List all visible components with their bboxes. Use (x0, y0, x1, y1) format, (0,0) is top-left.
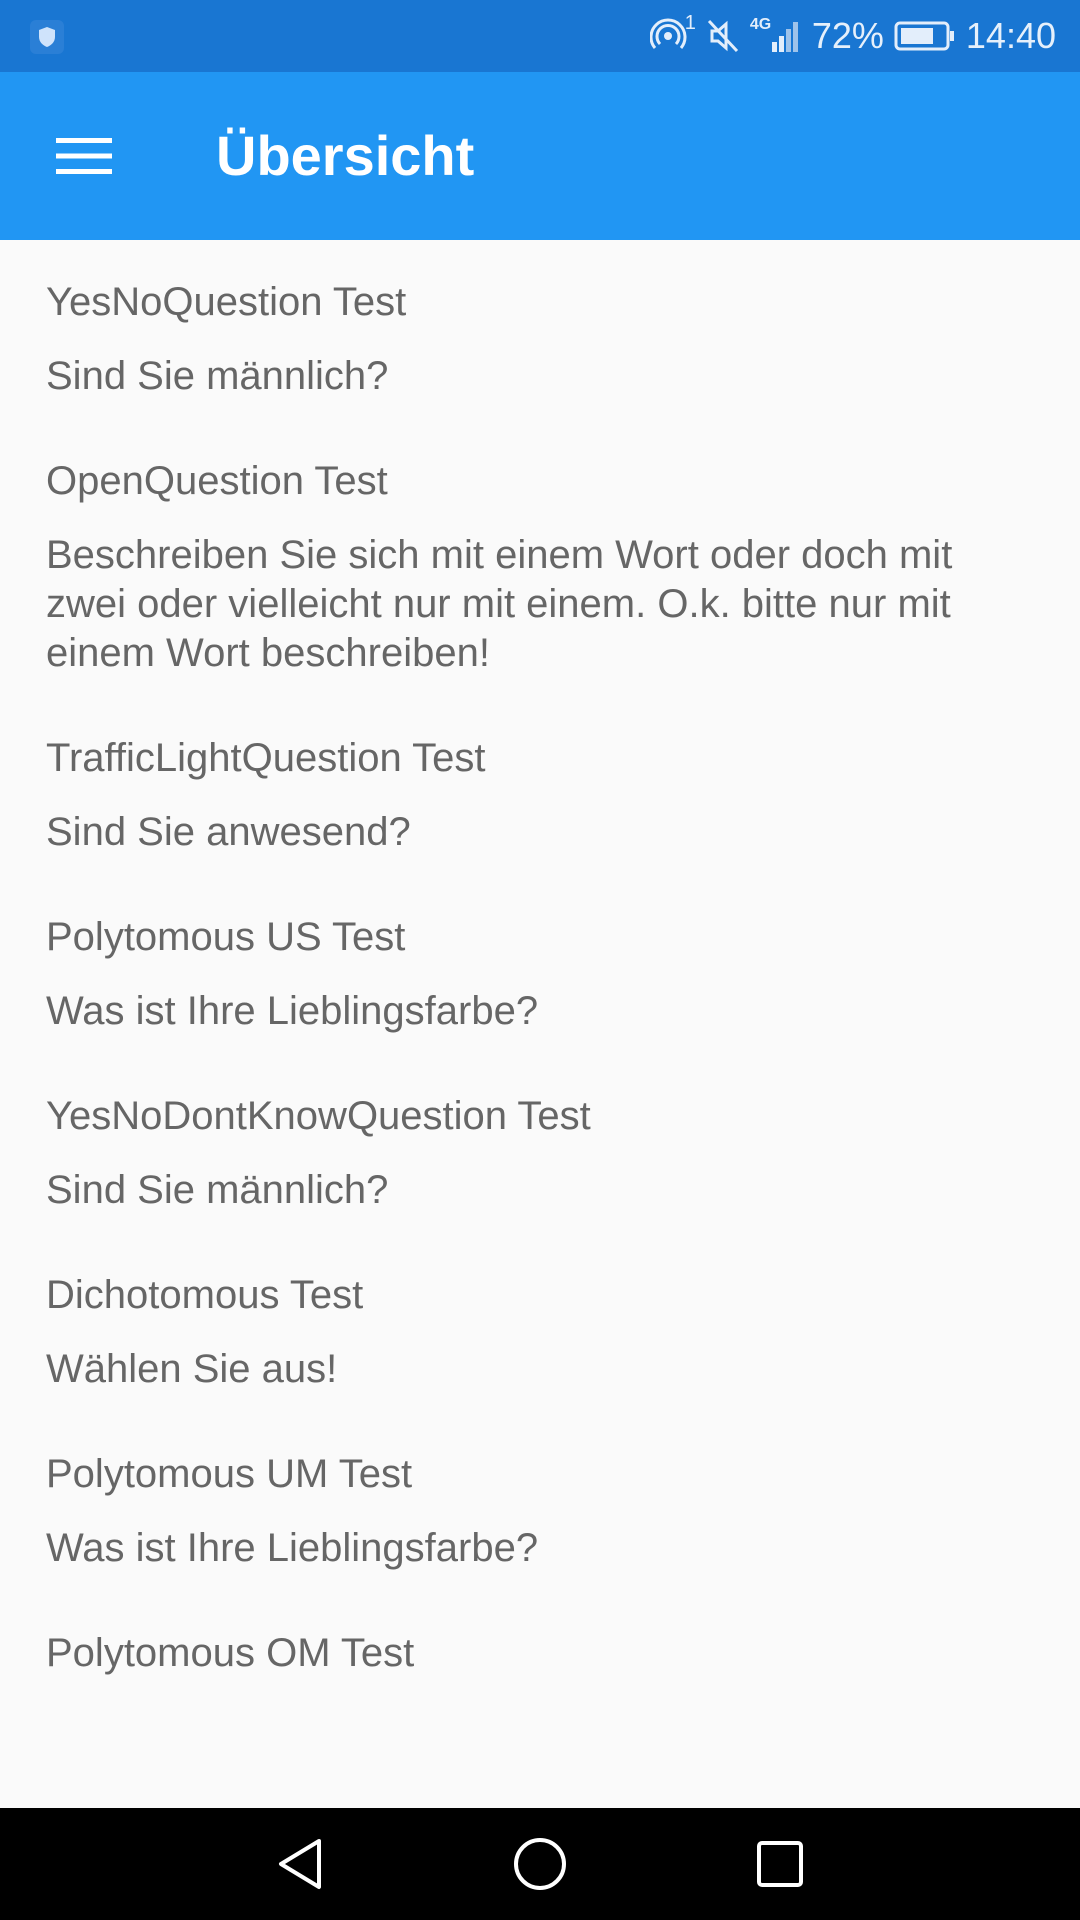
item-question: Sind Sie anwesend? (46, 810, 411, 854)
item-title: Dichotomous Test (46, 1273, 364, 1317)
item-title: OpenQuestion Test (46, 459, 388, 503)
item-title: YesNoDontKnowQuestion Test (46, 1094, 591, 1138)
list-item-trafficlight[interactable]: TrafficLightQuestion Test Sind Sie anwes… (0, 696, 1080, 875)
back-button[interactable] (270, 1834, 330, 1894)
hamburger-menu-icon (56, 138, 112, 174)
list-item-polytomous-um[interactable]: Polytomous UM Test Was ist Ihre Liebling… (0, 1412, 1080, 1591)
list-item-open[interactable]: OpenQuestion Test Beschreiben Sie sich m… (0, 419, 1080, 696)
item-question: Sind Sie männlich? (46, 354, 389, 398)
item-question: Beschreiben Sie sich mit einem Wort oder… (46, 533, 953, 675)
item-question: Was ist Ihre Lieblingsfarbe? (46, 1526, 539, 1570)
shield-app-icon (30, 20, 64, 54)
menu-button[interactable] (42, 120, 126, 192)
item-question: Wählen Sie aus! (46, 1347, 338, 1391)
item-title: YesNoQuestion Test (46, 280, 407, 324)
item-title: Polytomous US Test (46, 915, 406, 959)
question-list: YesNoQuestion Test Sind Sie männlich? Op… (0, 240, 1080, 1808)
back-triangle-icon (279, 1839, 321, 1889)
item-title: TrafficLightQuestion Test (46, 736, 486, 780)
list-item-polytomous-us[interactable]: Polytomous US Test Was ist Ihre Liebling… (0, 875, 1080, 1054)
status-icons: 1 4G 72% 14:40 (649, 0, 1056, 72)
list-item-yesno[interactable]: YesNoQuestion Test Sind Sie männlich? (0, 240, 1080, 419)
battery-icon (894, 20, 956, 52)
list-item-dichotomous[interactable]: Dichotomous Test Wählen Sie aus! (0, 1233, 1080, 1412)
list-item-yesnodontknow[interactable]: YesNoDontKnowQuestion Test Sind Sie männ… (0, 1054, 1080, 1233)
page-title: Übersicht (216, 124, 475, 187)
app-bar: Übersicht (0, 72, 1080, 240)
hotspot-count: 1 (684, 12, 696, 34)
hotspot-icon: 1 (649, 12, 696, 56)
battery-percent: 72% (811, 15, 884, 56)
status-bar: 1 4G 72% 14:40 (0, 0, 1080, 72)
home-button[interactable] (510, 1834, 570, 1894)
app-screen: 1 4G 72% 14:40 Übersicht YesNoQuestion T… (0, 0, 1080, 1920)
item-question (46, 1703, 1034, 1721)
recents-square-icon (757, 1841, 803, 1887)
item-title: Polytomous UM Test (46, 1452, 413, 1496)
signal-4g-icon: 4G (750, 16, 802, 56)
item-question: Was ist Ihre Lieblingsfarbe? (46, 989, 539, 1033)
list-item-polytomous-om[interactable]: Polytomous OM Test (0, 1591, 1080, 1721)
system-nav-bar (0, 1808, 1080, 1920)
home-circle-icon (514, 1838, 566, 1890)
item-title: Polytomous OM Test (46, 1631, 415, 1675)
mute-icon (706, 18, 740, 54)
item-question: Sind Sie männlich? (46, 1168, 389, 1212)
recents-button[interactable] (750, 1834, 810, 1894)
clock: 14:40 (965, 15, 1056, 56)
